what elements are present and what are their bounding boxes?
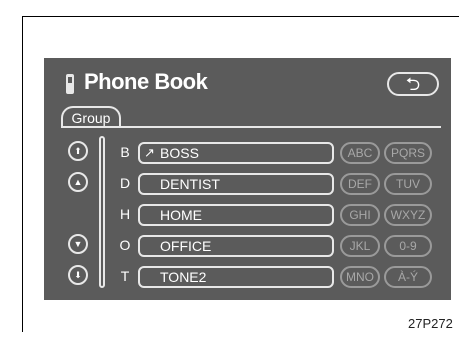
double-up-arrow-icon: ⬆ [74, 145, 82, 156]
index-letter: O [119, 237, 131, 253]
key-wxyz[interactable]: WXYZ [384, 204, 432, 226]
key-mno[interactable]: MNO [340, 266, 380, 288]
key-def[interactable]: DEF [340, 173, 380, 195]
scroll-up-button[interactable]: ▲ [68, 172, 88, 192]
tab-group[interactable]: Group [61, 106, 121, 128]
tab-divider [61, 126, 441, 128]
phone-book-screen: Phone Book ⮌ Group ⬆ ▲ ▼ ⬇ B ↗ BOSS D DE… [44, 58, 451, 300]
page-down-button[interactable]: ⬇ [68, 265, 88, 285]
double-down-arrow-icon: ⬇ [74, 269, 82, 280]
entry-name: OFFICE [160, 238, 212, 254]
key-ghi[interactable]: GHI [340, 204, 380, 226]
return-arrow-icon: ⮌ [405, 74, 421, 94]
list-item-home[interactable]: HOME [138, 204, 334, 226]
scrollbar[interactable] [99, 136, 105, 288]
key-pqrs[interactable]: PQRS [384, 142, 432, 164]
key-jkl[interactable]: JKL [340, 235, 380, 257]
up-arrow-icon: ▲ [73, 176, 83, 187]
index-letter: H [119, 206, 131, 222]
index-letter: B [120, 144, 130, 160]
page-up-button[interactable]: ⬆ [68, 141, 88, 161]
title-bar: Phone Book ⮌ [44, 58, 451, 106]
index-letter: D [119, 175, 131, 191]
page-title: Phone Book [84, 69, 208, 94]
key-tuv[interactable]: TUV [384, 173, 432, 195]
list-item-tone2[interactable]: TONE2 [138, 266, 334, 288]
list-item-boss[interactable]: ↗ BOSS [138, 142, 334, 164]
phone-icon [66, 74, 74, 94]
speed-dial-icon: ↗ [144, 145, 155, 160]
list-item-office[interactable]: OFFICE [138, 235, 334, 257]
list-item-dentist[interactable]: DENTIST [138, 173, 334, 195]
entry-name: TONE2 [160, 269, 207, 285]
back-button[interactable]: ⮌ [387, 72, 439, 96]
figure-code: 27P272 [408, 316, 453, 331]
key-0-9[interactable]: 0-9 [384, 235, 432, 257]
entry-name: BOSS [160, 145, 199, 161]
entry-name: DENTIST [160, 176, 220, 192]
entry-name: HOME [160, 207, 202, 223]
key-a-y[interactable]: À-Ý [384, 266, 432, 288]
down-arrow-icon: ▼ [73, 238, 83, 249]
key-abc[interactable]: ABC [340, 142, 380, 164]
scroll-down-button[interactable]: ▼ [68, 234, 88, 254]
index-letter: T [120, 268, 130, 284]
